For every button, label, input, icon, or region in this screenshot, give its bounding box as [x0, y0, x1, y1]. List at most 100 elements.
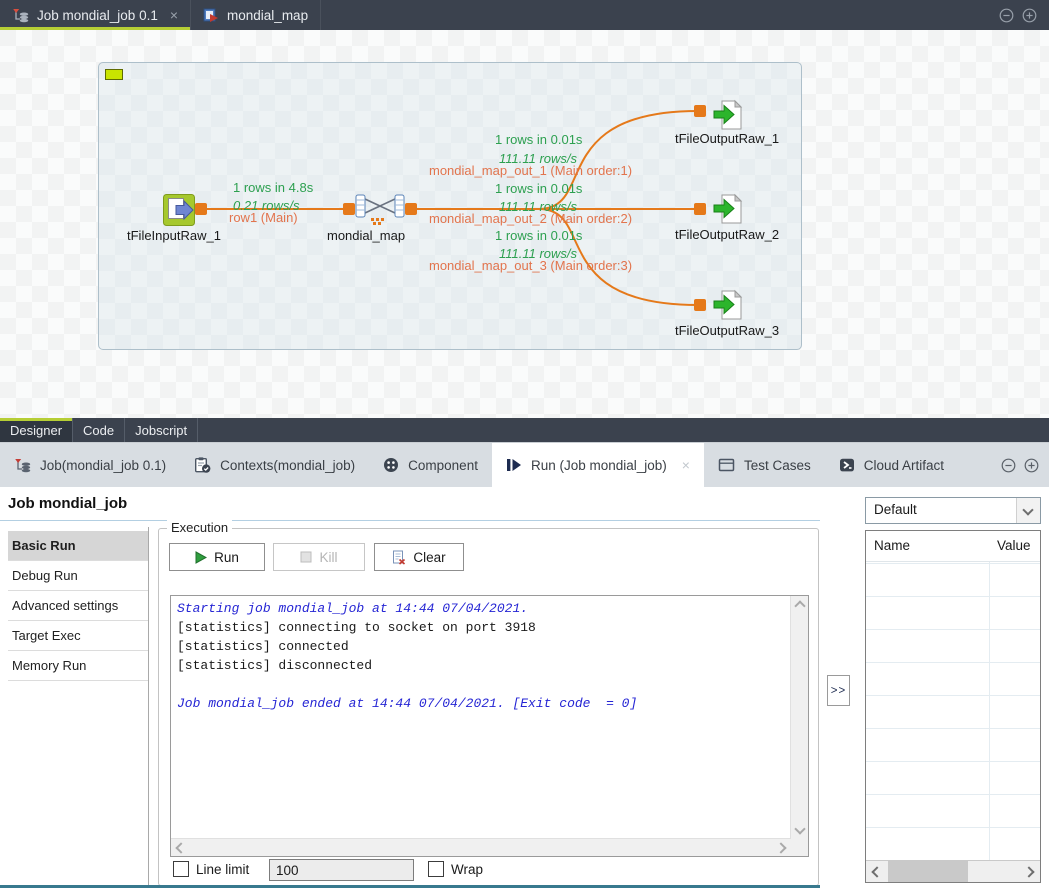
tab-cloud-artifact[interactable]: Cloud Artifact — [825, 443, 958, 487]
component-label[interactable]: tFileOutputRaw_3 — [675, 323, 779, 338]
scroll-right-icon[interactable] — [775, 842, 786, 853]
tab-job[interactable]: Job(mondial_job 0.1) — [0, 443, 180, 487]
component-label[interactable]: mondial_map — [327, 228, 405, 243]
panel-view-controls — [1001, 443, 1049, 487]
line-limit-input[interactable] — [269, 859, 414, 881]
row-stats: 1 rows in 0.01s — [495, 132, 582, 147]
designer-workspace: tFileInputRaw_1 — [0, 30, 1049, 418]
editor-tab-map[interactable]: mondial_map — [191, 0, 321, 30]
run-sidebar: Basic Run Debug Run Advanced settings Ta… — [8, 531, 148, 681]
job-branch-icon — [14, 458, 31, 473]
row-stats: 1 rows in 0.01s — [495, 228, 582, 243]
kill-button[interactable]: Kill — [273, 543, 365, 571]
component-label[interactable]: tFileOutputRaw_1 — [675, 131, 779, 146]
tfileoutputraw-node-3[interactable] — [713, 289, 745, 321]
wrap-control: Wrap — [428, 861, 483, 877]
context-selected-value: Default — [874, 502, 917, 517]
column-value: Value — [997, 538, 1031, 553]
execution-legend: Execution — [167, 520, 232, 535]
component-icon — [383, 457, 399, 473]
clear-document-icon — [392, 550, 406, 565]
console-line — [177, 675, 785, 694]
scroll-left-icon[interactable] — [871, 866, 882, 877]
tfileinputraw-node[interactable] — [163, 194, 195, 226]
line-limit-checkbox[interactable] — [173, 861, 189, 877]
editor-tab-job[interactable]: Job mondial_job 0.1 × — [0, 0, 191, 30]
minimize-panel-icon[interactable] — [1001, 458, 1016, 473]
scrollbar-thumb[interactable] — [888, 861, 968, 882]
tfileoutputraw-icon — [713, 193, 745, 225]
dropdown-button[interactable] — [1016, 498, 1040, 523]
component-label[interactable]: tFileInputRaw_1 — [127, 228, 221, 243]
tab-label: Contexts(mondial_job) — [220, 458, 355, 473]
row-name[interactable]: mondial_map_out_1 (Main order:1) — [429, 163, 632, 178]
tab-label: Component — [408, 458, 478, 473]
minimize-view-icon[interactable] — [999, 8, 1014, 23]
clear-button[interactable]: Clear — [374, 543, 464, 571]
maximize-panel-icon[interactable] — [1024, 458, 1039, 473]
tab-jobscript[interactable]: Jobscript — [125, 418, 198, 442]
console-horizontal-scrollbar[interactable] — [171, 838, 791, 856]
contexts-icon — [194, 457, 211, 473]
context-variables-table[interactable]: Name Value — [865, 530, 1041, 883]
tab-component[interactable]: Component — [369, 443, 492, 487]
scroll-up-icon[interactable] — [794, 600, 805, 611]
scrollbar-corner — [791, 839, 808, 856]
sidebar-item-memory-run[interactable]: Memory Run — [8, 651, 148, 681]
tfileoutputraw-icon — [713, 99, 745, 131]
sidebar-divider — [148, 527, 149, 886]
tab-test-cases[interactable]: Test Cases — [704, 443, 825, 487]
scroll-down-icon[interactable] — [794, 823, 805, 834]
console-line: [statistics] disconnected — [177, 656, 785, 675]
row-stats: 1 rows in 0.01s — [495, 181, 582, 196]
run-button[interactable]: Run — [169, 543, 265, 571]
tmap-node[interactable] — [355, 192, 405, 226]
title-divider — [0, 520, 820, 521]
row-name[interactable]: mondial_map_out_3 (Main order:3) — [429, 258, 632, 273]
sidebar-item-target-exec[interactable]: Target Exec — [8, 621, 148, 651]
table-header: Name Value — [866, 531, 1040, 562]
sidebar-item-basic-run[interactable]: Basic Run — [8, 531, 148, 561]
editor-tab-label: Job mondial_job 0.1 — [37, 8, 158, 23]
row-name[interactable]: mondial_map_out_2 (Main order:2) — [429, 211, 632, 226]
cloud-artifact-icon — [839, 457, 855, 473]
tab-label: Run (Job mondial_job) — [531, 458, 667, 473]
connection-wires — [99, 63, 801, 349]
expand-context-panel-button[interactable]: >> — [827, 675, 850, 706]
job-design-canvas[interactable]: tFileInputRaw_1 — [98, 62, 802, 350]
sidebar-item-debug-run[interactable]: Debug Run — [8, 561, 148, 591]
page-title: Job mondial_job — [8, 495, 127, 512]
panel-focus-accent — [0, 885, 820, 888]
component-label[interactable]: tFileOutputRaw_2 — [675, 227, 779, 242]
tfileoutputraw-node-2[interactable] — [713, 193, 745, 225]
tab-code[interactable]: Code — [73, 418, 125, 442]
console-line: [statistics] connecting to socket on por… — [177, 618, 785, 637]
column-name: Name — [874, 538, 910, 553]
sidebar-item-advanced-settings[interactable]: Advanced settings — [8, 591, 148, 621]
close-icon[interactable]: × — [682, 457, 690, 473]
tfileoutputraw-node-1[interactable] — [713, 99, 745, 131]
tab-designer[interactable]: Designer — [0, 418, 73, 442]
play-icon — [195, 551, 207, 564]
console-line: Job mondial_job ended at 14:44 07/04/202… — [177, 694, 785, 713]
close-icon[interactable]: × — [170, 7, 178, 23]
wrap-checkbox[interactable] — [428, 861, 444, 877]
table-horizontal-scrollbar[interactable] — [866, 860, 1040, 882]
scroll-right-icon[interactable] — [1023, 866, 1034, 877]
scroll-left-icon[interactable] — [175, 842, 186, 853]
tab-label: Cloud Artifact — [864, 458, 944, 473]
wrap-label: Wrap — [451, 862, 483, 877]
maximize-view-icon[interactable] — [1022, 8, 1037, 23]
console-vertical-scrollbar[interactable] — [790, 596, 808, 839]
editor-view-controls — [999, 0, 1049, 30]
chevron-down-icon — [1022, 504, 1033, 515]
execution-console[interactable]: Starting job mondial_job at 14:44 07/04/… — [170, 595, 809, 857]
row-name[interactable]: row1 (Main) — [229, 210, 298, 225]
tab-contexts[interactable]: Contexts(mondial_job) — [180, 443, 369, 487]
designer-view-tabs: Designer Code Jobscript — [0, 418, 1049, 443]
tab-run[interactable]: Run (Job mondial_job) × — [492, 443, 704, 487]
console-line: [statistics] connected — [177, 637, 785, 656]
kill-button-label: Kill — [319, 550, 337, 565]
tab-label: Test Cases — [744, 458, 811, 473]
context-select[interactable]: Default — [865, 497, 1041, 524]
